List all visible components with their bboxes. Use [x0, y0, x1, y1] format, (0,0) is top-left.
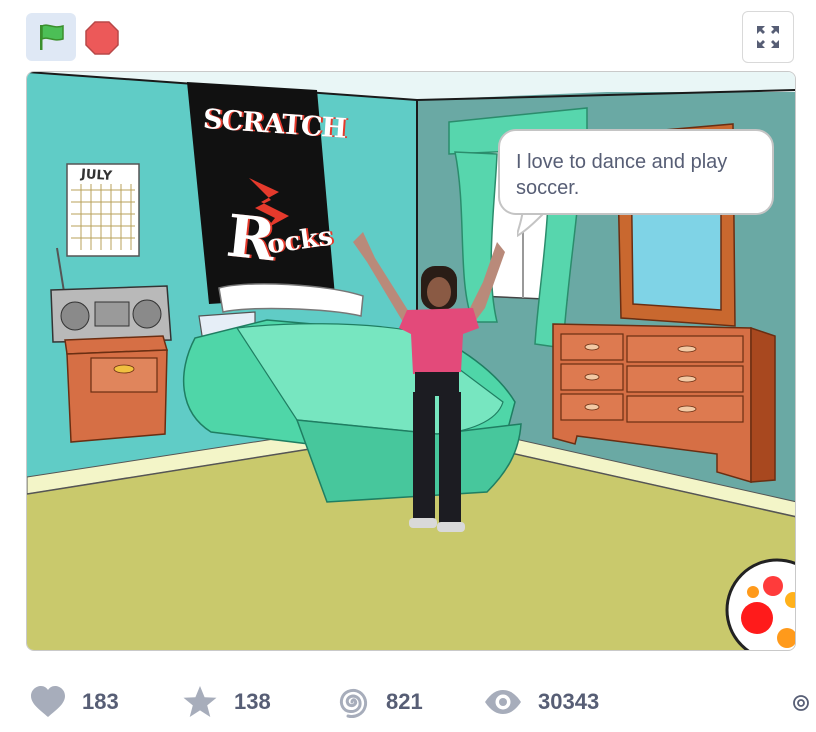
green-flag-button[interactable] [26, 13, 76, 61]
stop-button[interactable] [84, 20, 120, 56]
loves-stat[interactable]: 183 [30, 676, 119, 728]
views-count: 30343 [538, 689, 600, 714]
calendar-month: JULY [80, 166, 113, 185]
stop-sign-icon [85, 21, 119, 55]
star-icon [183, 686, 217, 717]
remixes-stat[interactable]: 821 [334, 676, 423, 728]
favorites-stat[interactable]: 138 [182, 676, 271, 728]
heart-icon [31, 686, 65, 717]
remixes-count: 821 [386, 689, 423, 714]
speech-text: I love to dance and play soccer. [516, 151, 728, 199]
embed-circle-icon[interactable] [792, 694, 810, 712]
green-flag-icon [40, 24, 64, 50]
fullscreen-icon [757, 26, 779, 48]
remix-spiral-icon [339, 688, 368, 718]
loves-count: 183 [82, 689, 119, 714]
views-stat: 30343 [484, 676, 599, 728]
favorites-count: 138 [234, 689, 271, 714]
speech-bubble: I love to dance and play soccer. [498, 129, 774, 215]
fullscreen-button[interactable] [742, 11, 794, 63]
eye-icon [485, 690, 521, 714]
project-stats: 183 138 821 30343 [0, 676, 816, 732]
project-stage[interactable]: SCRATCH R ocks JULY I love to dance and … [26, 71, 796, 651]
